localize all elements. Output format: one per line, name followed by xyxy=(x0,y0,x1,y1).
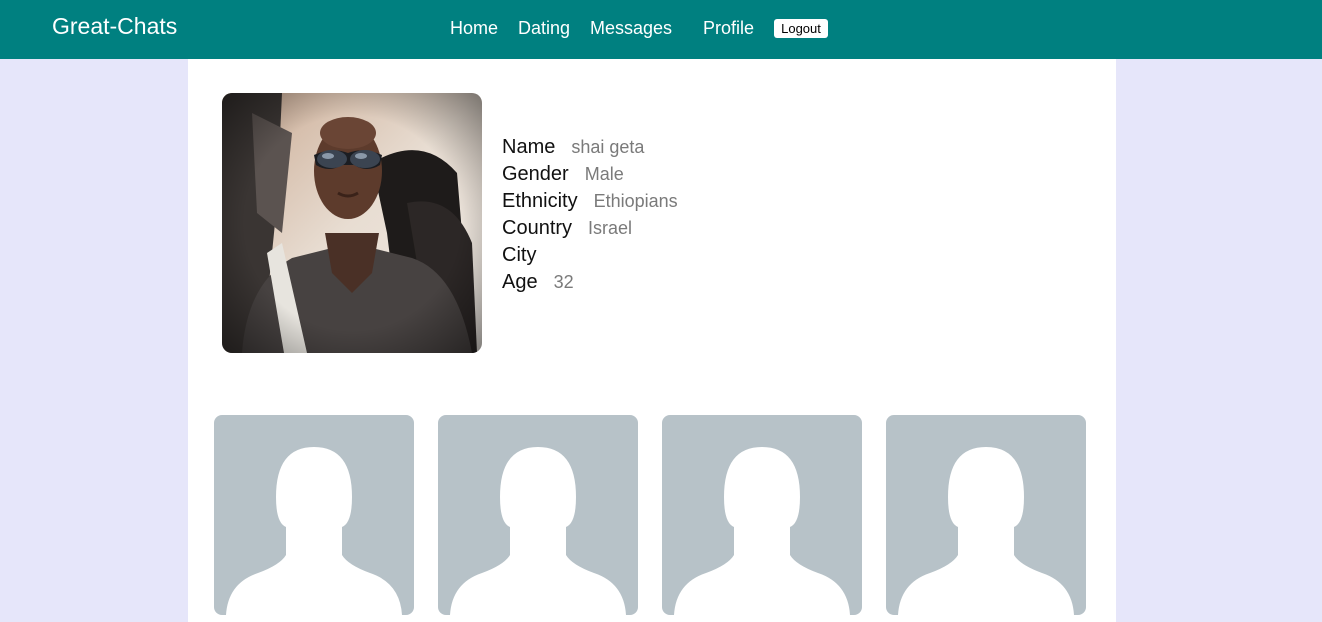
field-value: Male xyxy=(584,164,624,184)
brand-logo[interactable]: Great-Chats xyxy=(52,12,177,40)
top-navbar: Great-Chats Home Dating Messages Profile… xyxy=(0,0,1322,59)
nav-profile-link[interactable]: Profile xyxy=(703,17,754,39)
field-label: Age xyxy=(502,271,538,293)
member-card[interactable] xyxy=(886,415,1086,615)
profile-field-gender: Gender Male xyxy=(502,162,624,186)
default-avatar-icon xyxy=(674,447,850,615)
default-avatar-icon xyxy=(450,447,626,615)
field-value: 32 xyxy=(553,272,574,292)
field-label: Country xyxy=(502,217,573,239)
nav-messages-link[interactable]: Messages xyxy=(590,17,672,39)
logout-button[interactable]: Logout xyxy=(774,19,828,38)
profile-photo xyxy=(222,93,482,353)
field-label: City xyxy=(502,244,537,266)
default-avatar-icon xyxy=(898,447,1074,615)
member-card[interactable] xyxy=(438,415,638,615)
nav-dating-link[interactable]: Dating xyxy=(518,17,570,39)
field-value: Israel xyxy=(588,218,633,238)
profile-field-country: Country Israel xyxy=(502,216,632,240)
profile-field-ethnicity: Ethnicity Ethiopians xyxy=(502,189,678,213)
field-label: Ethnicity xyxy=(502,190,578,212)
field-value: shai geta xyxy=(571,137,645,157)
member-card[interactable] xyxy=(214,415,414,615)
field-label: Gender xyxy=(502,163,569,185)
default-avatar-icon xyxy=(226,447,402,615)
field-value: Ethiopians xyxy=(593,191,678,211)
nav-home-link[interactable]: Home xyxy=(450,17,498,39)
field-label: Name xyxy=(502,136,556,158)
profile-field-age: Age 32 xyxy=(502,270,574,294)
profile-field-name: Name shai geta xyxy=(502,135,644,159)
member-card[interactable] xyxy=(662,415,862,615)
user-photo-icon xyxy=(222,93,482,353)
profile-field-city: City xyxy=(502,243,552,267)
